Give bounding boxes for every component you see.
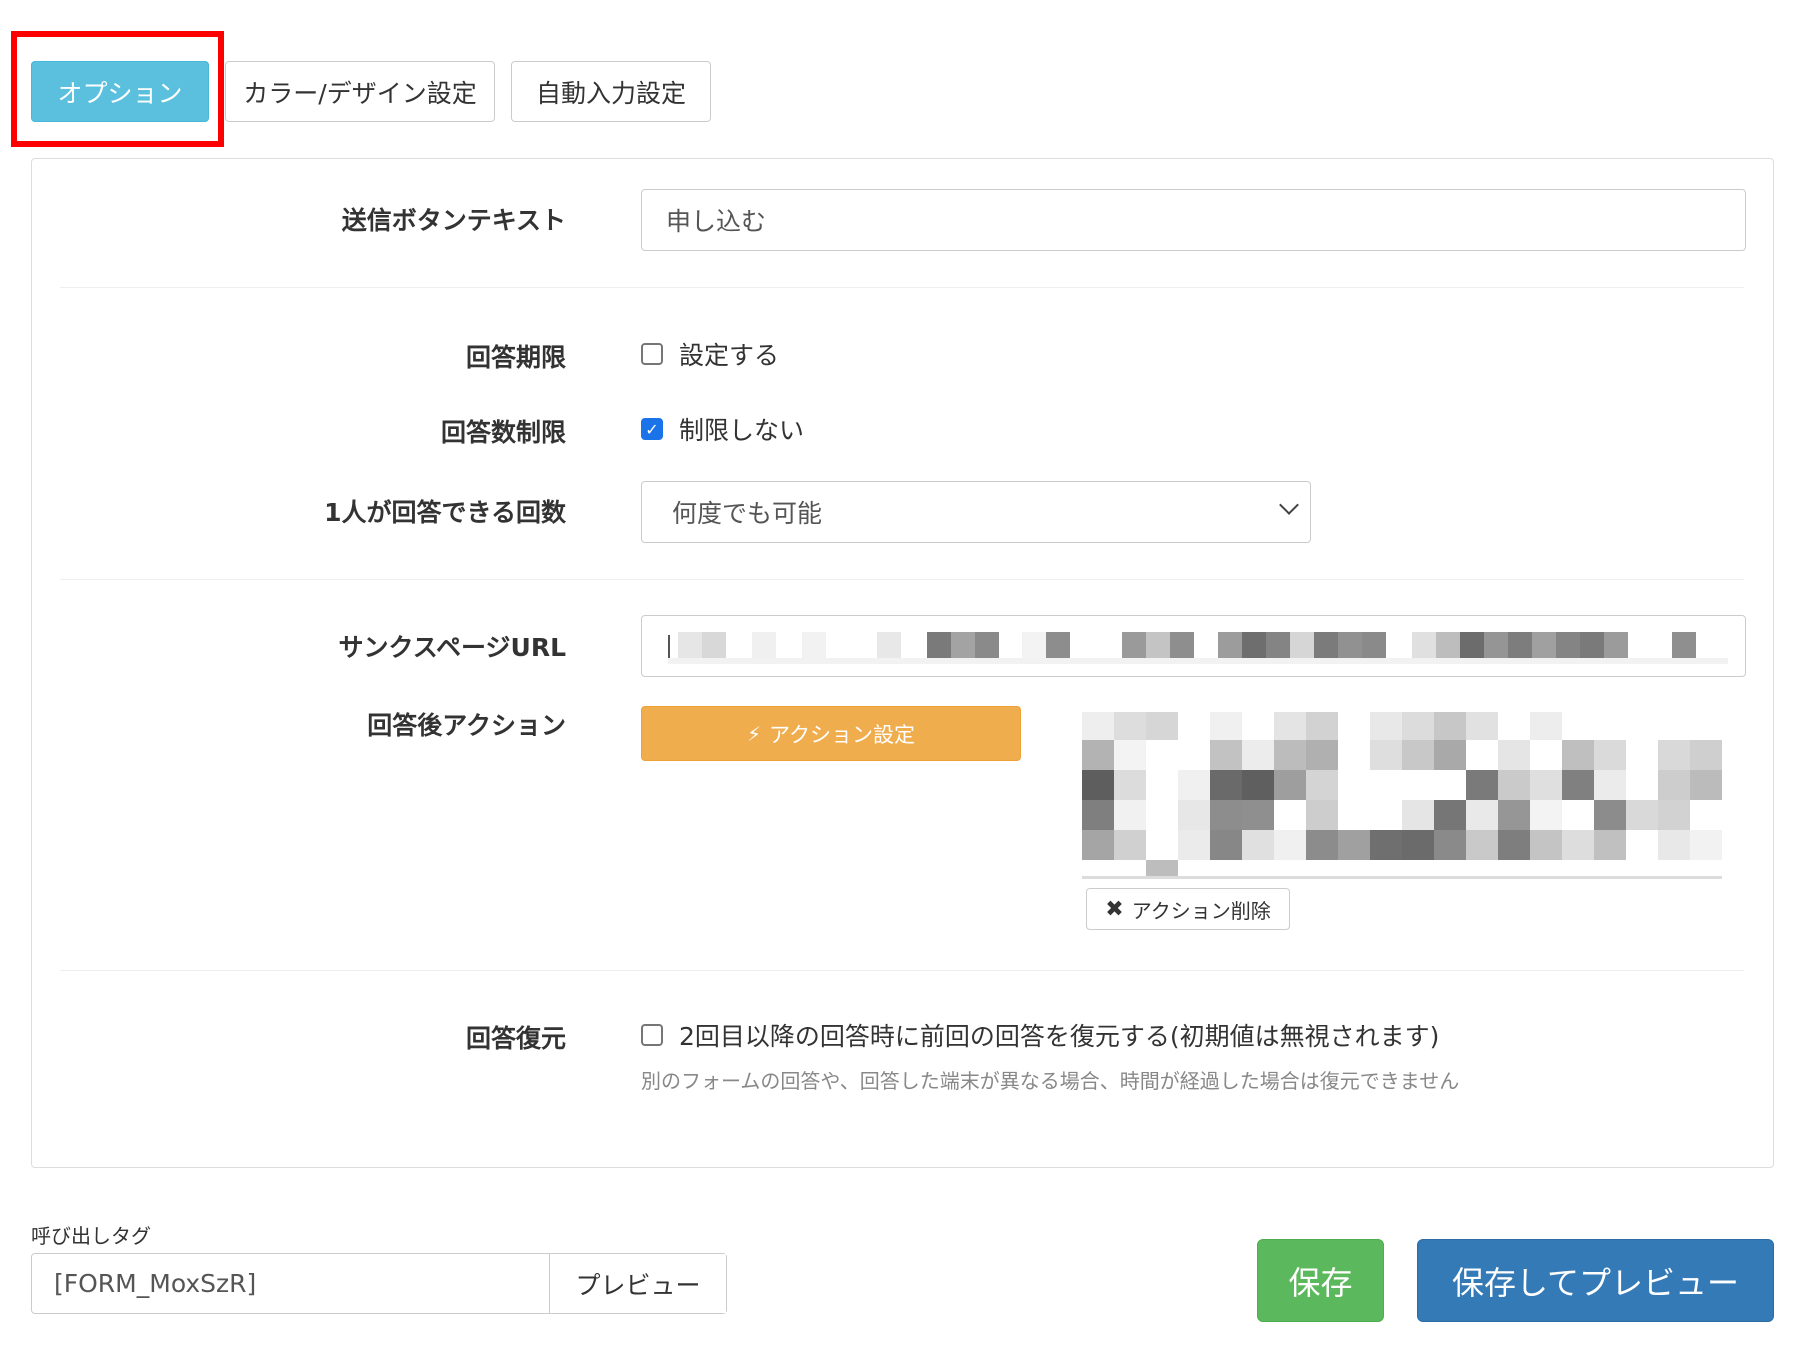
restore-help-text: 別のフォームの回答や、回答した端末が異なる場合、時間が経過した場合は復元できませ… — [641, 1069, 1460, 1093]
submit-text-label: 送信ボタンテキスト — [341, 206, 566, 235]
redacted-action-image — [1082, 712, 1722, 879]
redacted-url-mosaic — [668, 632, 1728, 664]
action-delete-button-label: アクション削除 — [1131, 898, 1271, 923]
deadline-checkbox-row[interactable]: 設定する — [641, 336, 779, 372]
call-tag-preview-button[interactable]: プレビュー — [550, 1254, 726, 1313]
per-person-selected-value: 何度でも可能 — [672, 499, 823, 528]
divider — [60, 287, 1744, 288]
after-action-label: 回答後アクション — [367, 711, 566, 740]
call-tag-label: 呼び出しタグ — [31, 1224, 151, 1248]
thanks-url-label: サンクスページURL — [338, 633, 566, 662]
response-limit-label: 回答数制限 — [440, 418, 566, 447]
bolt-icon: ⚡ — [747, 721, 762, 746]
divider — [60, 970, 1744, 971]
restore-label: 回答復元 — [465, 1024, 566, 1053]
per-person-select[interactable]: 何度でも可能 — [641, 481, 1311, 543]
tab-autofill[interactable]: 自動入力設定 — [511, 61, 711, 122]
per-person-label: 1人が回答できる回数 — [324, 498, 566, 527]
call-tag-group: [FORM_MoxSzR] プレビュー — [31, 1253, 727, 1314]
tab-color-design[interactable]: カラー/デザイン設定 — [225, 61, 495, 122]
deadline-checkbox[interactable] — [641, 343, 663, 365]
restore-checkbox[interactable] — [641, 1024, 663, 1046]
restore-checkbox-row[interactable]: 2回目以降の回答時に前回の回答を復元する(初期値は無視されます) — [641, 1017, 1439, 1053]
response-limit-checkbox-label: 制限しない — [679, 416, 805, 445]
response-limit-checkbox-row[interactable]: ✓ 制限しない — [641, 411, 804, 447]
action-delete-button[interactable]: ✖ アクション削除 — [1086, 888, 1290, 930]
deadline-checkbox-label: 設定する — [679, 341, 780, 370]
options-panel: 送信ボタンテキスト 申し込む 回答期限 設定する 回答数制限 ✓ 制限しない 1… — [31, 158, 1774, 1168]
tab-options[interactable]: オプション — [31, 61, 209, 122]
divider — [60, 579, 1744, 580]
chevron-down-icon — [1279, 495, 1299, 515]
action-settings-button[interactable]: ⚡ アクション設定 — [641, 706, 1021, 761]
save-and-preview-button[interactable]: 保存してプレビュー — [1417, 1239, 1774, 1322]
submit-text-input[interactable]: 申し込む — [641, 189, 1746, 251]
call-tag-input[interactable]: [FORM_MoxSzR] — [32, 1254, 550, 1313]
close-icon: ✖ — [1105, 896, 1124, 922]
action-settings-button-label: アクション設定 — [769, 722, 915, 747]
deadline-label: 回答期限 — [465, 343, 566, 372]
save-button[interactable]: 保存 — [1257, 1239, 1384, 1322]
restore-checkbox-label: 2回目以降の回答時に前回の回答を復元する(初期値は無視されます) — [679, 1022, 1440, 1051]
thanks-url-input[interactable] — [641, 615, 1746, 677]
response-limit-checkbox[interactable]: ✓ — [641, 418, 663, 440]
